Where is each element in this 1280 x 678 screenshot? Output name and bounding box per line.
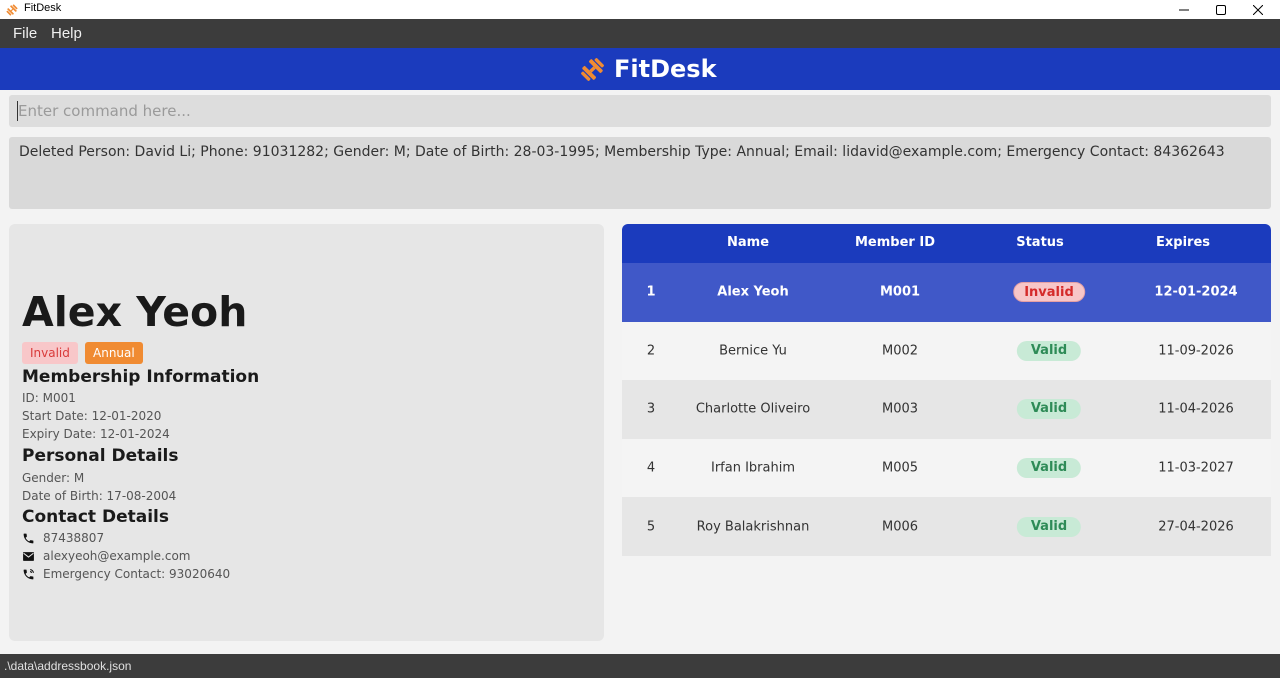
row-expires: 11-03-2027 — [1158, 460, 1234, 476]
table-row[interactable]: 1 Alex Yeoh M001 Invalid 12-01-2024 — [622, 263, 1271, 322]
close-window-button[interactable] — [1240, 0, 1276, 19]
row-name: Roy Balakrishnan — [696, 519, 810, 535]
text-caret — [17, 101, 18, 121]
status-tag: Invalid — [22, 342, 78, 364]
minimize-icon — [1179, 9, 1189, 10]
result-display: Deleted Person: David Li; Phone: 9103128… — [9, 137, 1271, 209]
window-title: FitDesk — [24, 2, 62, 14]
envelope-icon — [22, 550, 35, 563]
emergency-value: Emergency Contact: 93020640 — [43, 567, 231, 581]
personal-heading: Personal Details — [22, 446, 179, 466]
phone-line: 87438807 — [22, 531, 104, 545]
status-badge: Valid — [1016, 340, 1082, 361]
row-name: Charlotte Oliveiro — [695, 401, 811, 417]
table-row[interactable]: 3 Charlotte Oliveiro M003 Valid 11-04-20… — [622, 380, 1271, 439]
menu-bar: File Help — [0, 19, 1280, 48]
start-date: Start Date: 12-01-2020 — [22, 409, 162, 423]
row-expires: 27-04-2026 — [1158, 519, 1234, 535]
emergency-line: Emergency Contact: 93020640 — [22, 567, 230, 581]
table-row[interactable]: 5 Roy Balakrishnan M006 Valid 27-04-2026 — [622, 497, 1271, 556]
row-index: 5 — [646, 519, 656, 535]
col-expires[interactable]: Expires — [1156, 235, 1210, 250]
table-row[interactable]: 2 Bernice Yu M002 Valid 11-09-2026 — [622, 321, 1271, 381]
member-table: Name Member ID Status Expires 1 Alex Yeo… — [622, 224, 1271, 556]
row-member-id: M001 — [879, 284, 921, 300]
table-row[interactable]: 4 Irfan Ibrahim M005 Valid 11-03-2027 — [622, 438, 1271, 498]
row-name: Irfan Ibrahim — [710, 460, 796, 476]
data-file-path: .\data\addressbook.json — [4, 659, 132, 673]
row-member-id: M002 — [881, 343, 919, 359]
member-detail-panel: Alex Yeoh Invalid Annual Membership Info… — [9, 224, 604, 641]
menu-file[interactable]: File — [13, 25, 37, 42]
email-line: alexyeoh@example.com — [22, 549, 191, 563]
maximize-button[interactable] — [1203, 0, 1239, 19]
contact-heading: Contact Details — [22, 507, 169, 527]
row-expires: 12-01-2024 — [1154, 284, 1238, 300]
dumbbell-icon — [581, 57, 604, 81]
date-of-birth: Date of Birth: 17-08-2004 — [22, 489, 177, 503]
phone-icon — [22, 532, 35, 545]
emergency-phone-icon — [22, 568, 35, 581]
status-bar: .\data\addressbook.json — [0, 654, 1280, 678]
row-member-id: M005 — [881, 460, 919, 476]
maximize-icon — [1216, 4, 1226, 15]
app-header: FitDesk — [0, 48, 1280, 90]
brand: FitDesk — [579, 55, 717, 83]
window-titlebar: FitDesk — [0, 0, 1280, 19]
menu-help[interactable]: Help — [51, 25, 82, 42]
col-status[interactable]: Status — [1016, 235, 1064, 250]
row-expires: 11-04-2026 — [1158, 401, 1234, 417]
command-input[interactable] — [9, 95, 1271, 127]
row-index: 4 — [646, 460, 656, 476]
member-name: Alex Yeoh — [22, 288, 248, 336]
expiry-date: Expiry Date: 12-01-2024 — [22, 427, 170, 441]
status-badge: Valid — [1016, 458, 1082, 479]
row-index: 2 — [646, 343, 656, 359]
table-header: Name Member ID Status Expires — [622, 224, 1271, 263]
email-value: alexyeoh@example.com — [43, 549, 191, 563]
membership-tag: Annual — [85, 342, 143, 364]
membership-heading: Membership Information — [22, 367, 260, 387]
status-badge: Invalid — [1013, 282, 1085, 303]
status-badge: Valid — [1016, 516, 1082, 537]
status-badge: Valid — [1016, 399, 1082, 420]
col-name[interactable]: Name — [727, 235, 769, 250]
row-member-id: M003 — [881, 401, 919, 417]
row-index: 1 — [646, 284, 656, 300]
row-member-id: M006 — [881, 519, 919, 535]
app-logo-icon — [5, 2, 19, 16]
phone-value: 87438807 — [43, 531, 105, 545]
row-index: 3 — [646, 401, 656, 417]
member-id: ID: M001 — [22, 391, 76, 405]
minimize-button[interactable] — [1166, 0, 1202, 19]
row-name: Alex Yeoh — [717, 284, 789, 300]
row-name: Bernice Yu — [719, 343, 787, 359]
brand-name: FitDesk — [614, 55, 717, 83]
close-icon — [1253, 4, 1263, 15]
gender: Gender: M — [22, 471, 85, 485]
row-expires: 11-09-2026 — [1158, 343, 1234, 359]
col-member-id[interactable]: Member ID — [855, 235, 935, 250]
